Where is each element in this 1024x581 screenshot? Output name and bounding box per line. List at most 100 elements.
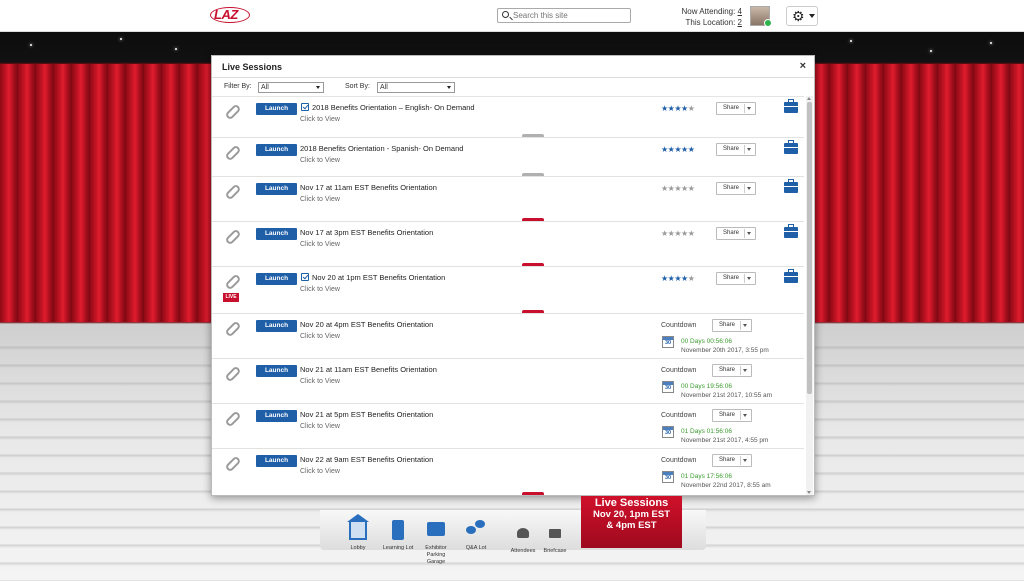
launch-button[interactable]: Launch <box>256 455 297 467</box>
session-title[interactable]: Nov 17 at 3pm EST Benefits Orientation <box>300 228 433 237</box>
sparkle <box>120 38 122 40</box>
close-icon[interactable]: × <box>800 60 806 72</box>
sort-select[interactable]: All <box>377 82 455 93</box>
scroll-up-icon[interactable] <box>807 97 811 100</box>
scrollbar-thumb[interactable] <box>807 102 812 394</box>
settings-menu-button[interactable]: ⚙ <box>786 6 818 26</box>
session-title[interactable]: Nov 22 at 9am EST Benefits Orientation <box>300 455 433 464</box>
rating-stars[interactable]: ★★★★★ <box>661 145 695 154</box>
click-to-view-link[interactable]: Click to View <box>300 378 340 385</box>
scroll-down-icon[interactable] <box>807 491 811 494</box>
live-sessions-banner[interactable]: Live Sessions Nov 20, 1pm EST & 4pm EST <box>581 496 682 548</box>
scrollbar[interactable] <box>806 96 813 495</box>
rating-stars[interactable]: ★★★★★ <box>661 184 695 193</box>
session-list: Launch 2018 Benefits Orientation – Engli… <box>212 96 804 495</box>
share-button[interactable]: Share <box>716 102 756 115</box>
session-title[interactable]: Nov 20 at 1pm EST Benefits Orientation <box>312 273 445 282</box>
avatar[interactable] <box>750 6 772 27</box>
click-to-view-link[interactable]: Click to View <box>300 157 340 164</box>
filter-select-value: All <box>261 84 269 91</box>
rating-stars[interactable]: ★★★★★ <box>661 274 695 283</box>
click-to-view-link[interactable]: Click to View <box>300 333 340 340</box>
session-title[interactable]: Nov 20 at 4pm EST Benefits Orientation <box>300 320 433 329</box>
search-box[interactable] <box>497 8 631 23</box>
launch-button[interactable]: Launch <box>256 365 297 377</box>
share-button[interactable]: Share <box>712 319 752 332</box>
calendar-icon[interactable]: 30 <box>662 381 674 393</box>
session-title[interactable]: 2018 Benefits Orientation – English- On … <box>312 103 475 112</box>
rating-stars[interactable]: ★★★★★ <box>661 229 695 238</box>
click-to-view-link[interactable]: Click to View <box>300 196 340 203</box>
chevron-down-icon <box>747 107 751 110</box>
session-row: Launch Nov 22 at 9am EST Benefits Orient… <box>212 449 804 495</box>
sparkle <box>850 40 852 42</box>
share-button[interactable]: Share <box>716 182 756 195</box>
calendar-icon[interactable]: 30 <box>662 426 674 438</box>
briefcase-icon[interactable] <box>784 140 798 154</box>
share-label: Share <box>719 412 736 418</box>
session-title[interactable]: Nov 17 at 11am EST Benefits Orientation <box>300 183 437 192</box>
share-button[interactable]: Share <box>716 143 756 156</box>
briefcase-icon <box>549 529 561 538</box>
calendar-icon[interactable]: 30 <box>662 336 674 348</box>
session-checkbox[interactable] <box>301 103 309 111</box>
briefcase-icon[interactable] <box>784 179 798 193</box>
launch-button[interactable]: Launch <box>256 228 297 240</box>
click-to-view-link[interactable]: Click to View <box>300 241 340 248</box>
expand-handle[interactable] <box>522 218 544 221</box>
click-to-view-link[interactable]: Click to View <box>300 286 340 293</box>
share-button[interactable]: Share <box>712 409 752 422</box>
expand-handle[interactable] <box>522 492 544 495</box>
laz-logo[interactable]: LAZ <box>210 6 250 24</box>
session-title[interactable]: Nov 21 at 11am EST Benefits Orientation <box>300 365 437 374</box>
click-to-view-link[interactable]: Click to View <box>300 468 340 475</box>
session-row: Launch Nov 17 at 3pm EST Benefits Orient… <box>212 222 804 267</box>
session-row: Launch 2018 Benefits Orientation - Spani… <box>212 138 804 177</box>
nav-exhibitor-label-1: Exhibitor <box>425 545 447 551</box>
live-banner-line-2: Nov 20, 1pm EST <box>592 509 671 520</box>
share-button[interactable]: Share <box>712 454 752 467</box>
click-to-view-link[interactable]: Click to View <box>300 116 340 123</box>
share-label: Share <box>723 185 740 191</box>
calendar-icon[interactable]: 30 <box>662 471 674 483</box>
expand-handle[interactable] <box>522 134 544 137</box>
session-checkbox[interactable] <box>301 273 309 281</box>
expand-handle[interactable] <box>522 263 544 266</box>
launch-button[interactable]: Launch <box>256 103 297 115</box>
modal-header: Live Sessions × <box>212 56 814 78</box>
briefcase-icon[interactable] <box>784 269 798 283</box>
briefcase-icon[interactable] <box>784 99 798 113</box>
nav-lobby-label: Lobby <box>350 545 366 551</box>
now-attending-label: Now Attending: <box>681 7 736 16</box>
rating-stars[interactable]: ★★★★★ <box>661 104 695 113</box>
this-location-count-link[interactable]: 2 <box>738 18 742 27</box>
launch-button[interactable]: Launch <box>256 410 297 422</box>
launch-button[interactable]: Launch <box>256 183 297 195</box>
session-row: Launch Nov 20 at 4pm EST Benefits Orient… <box>212 314 804 359</box>
expand-handle[interactable] <box>522 310 544 313</box>
left-curtain <box>0 64 214 322</box>
live-banner-line-3: & 4pm EST <box>606 520 657 531</box>
share-button[interactable]: Share <box>716 272 756 285</box>
exhibitor-icon <box>427 522 445 536</box>
briefcase-icon[interactable] <box>784 224 798 238</box>
session-title[interactable]: Nov 21 at 5pm EST Benefits Orientation <box>300 410 433 419</box>
session-title[interactable]: 2018 Benefits Orientation - Spanish- On … <box>300 144 463 153</box>
now-attending-count-link[interactable]: 4 <box>738 7 742 16</box>
share-label: Share <box>723 230 740 236</box>
chevron-down-icon <box>743 369 747 372</box>
nav-briefcase-label: Briefcase <box>543 548 567 554</box>
share-button[interactable]: Share <box>712 364 752 377</box>
sparkle <box>30 44 32 46</box>
expand-handle[interactable] <box>522 173 544 176</box>
share-button[interactable]: Share <box>716 227 756 240</box>
countdown-label: Countdown <box>661 457 697 464</box>
launch-button[interactable]: Launch <box>256 273 297 285</box>
click-to-view-link[interactable]: Click to View <box>300 423 340 430</box>
filter-select[interactable]: All <box>258 82 324 93</box>
share-label: Share <box>723 275 740 281</box>
launch-button[interactable]: Launch <box>256 320 297 332</box>
search-input[interactable] <box>513 10 627 21</box>
launch-button[interactable]: Launch <box>256 144 297 156</box>
countdown-timer: 01 Days 17:56:06 <box>681 473 732 480</box>
